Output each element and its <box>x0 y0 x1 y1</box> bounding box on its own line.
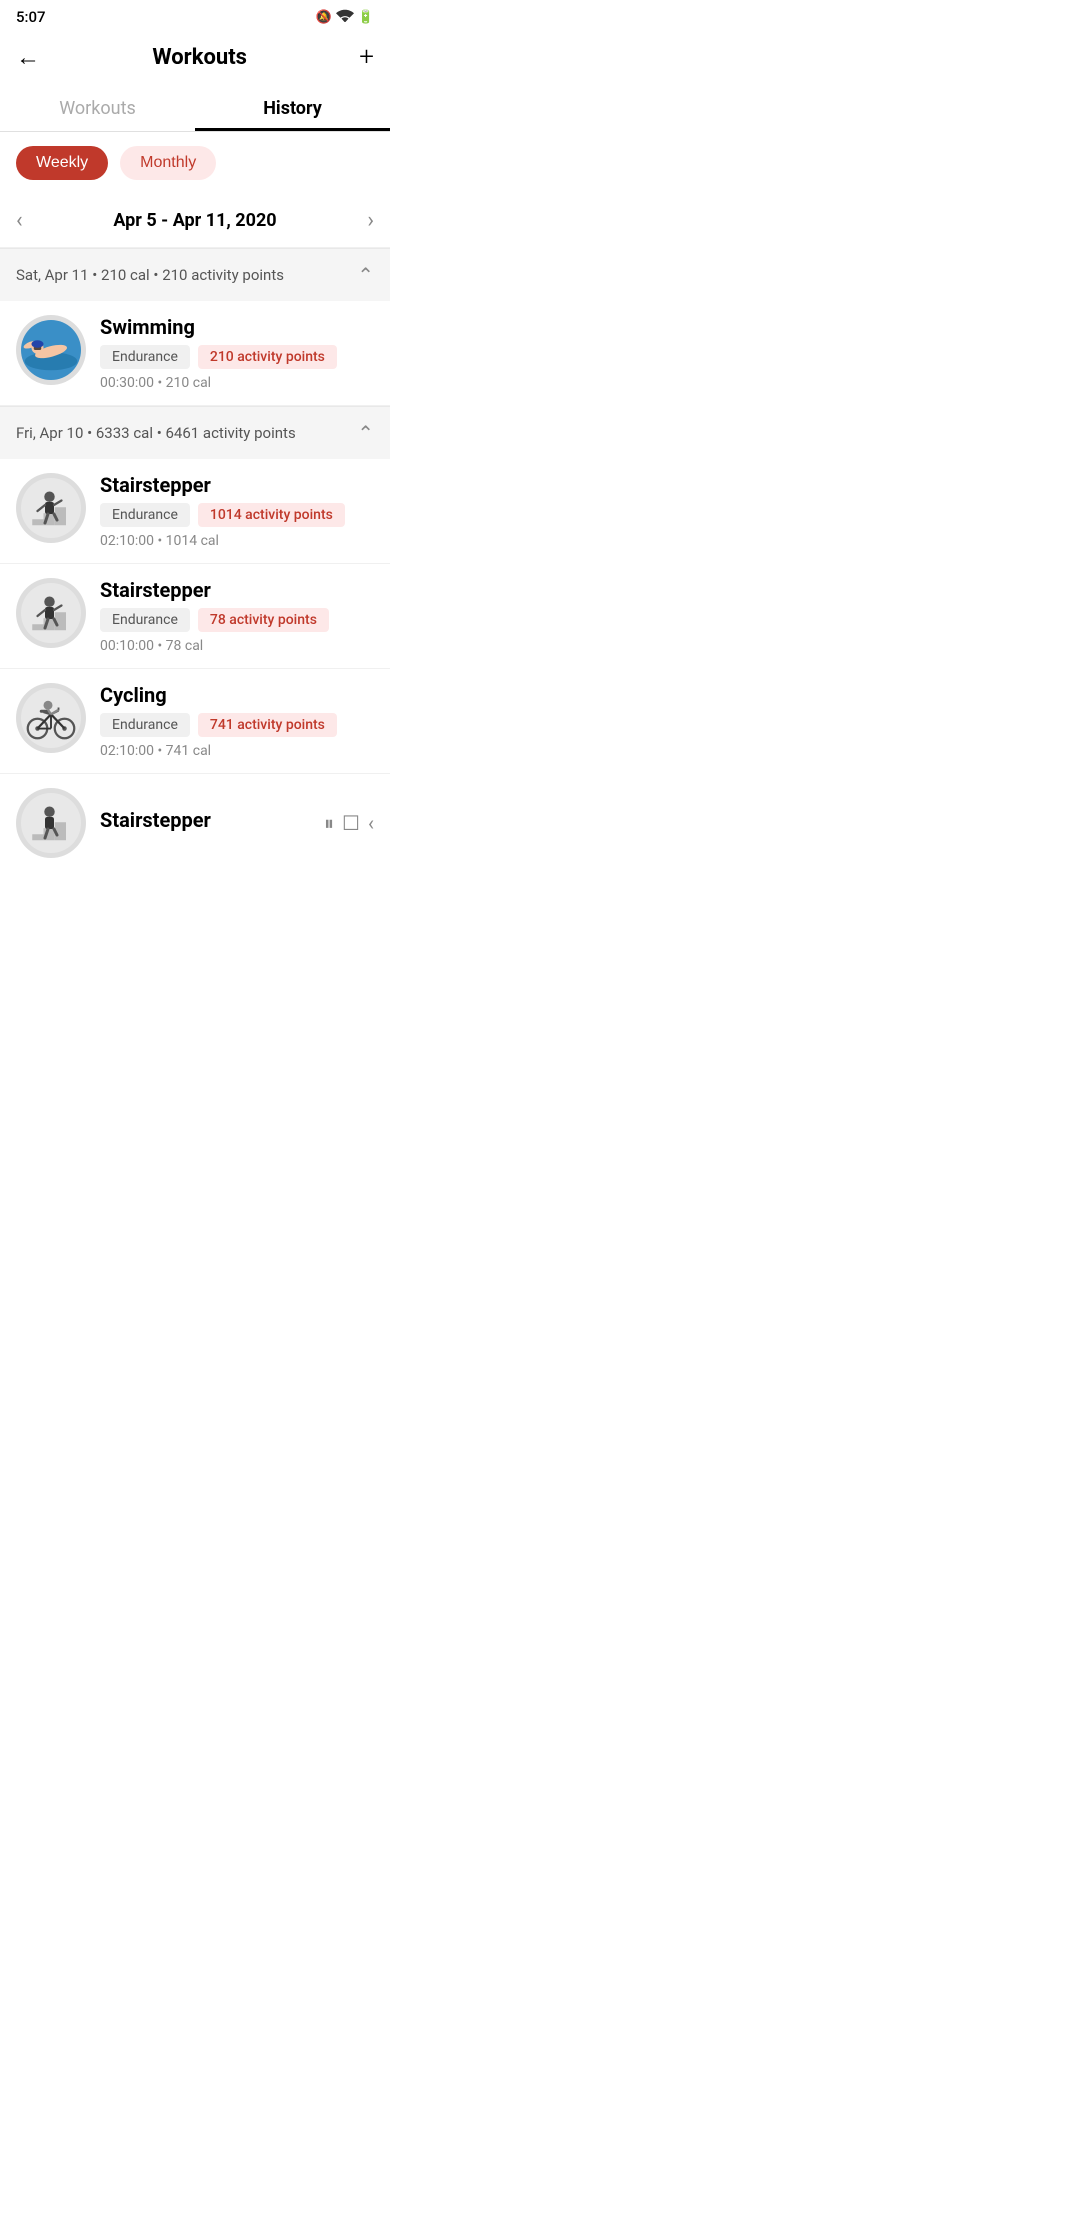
tab-history[interactable]: History <box>195 84 390 131</box>
workout-avatar-cycling <box>16 683 86 753</box>
notification-icon: 🔕 <box>316 10 332 25</box>
filter-monthly[interactable]: Monthly <box>120 146 216 180</box>
tag-points: 78 activity points <box>198 608 329 632</box>
tab-workouts[interactable]: Workouts <box>0 84 195 131</box>
next-week-button[interactable]: › <box>367 208 374 233</box>
day-header-sat-apr-11: Sat, Apr 11 • 210 cal • 210 activity poi… <box>0 248 390 301</box>
status-time: 5:07 <box>16 8 46 26</box>
add-button[interactable]: + <box>359 42 374 72</box>
workout-info-stairstepper-1: Stairstepper Endurance 1014 activity poi… <box>100 473 374 549</box>
workout-name: Stairstepper <box>100 473 374 497</box>
workout-info-swimming: Swimming Endurance 210 activity points 0… <box>100 315 374 391</box>
tag-points: 1014 activity points <box>198 503 345 527</box>
filter-row: Weekly Monthly <box>0 132 390 194</box>
workout-tags: Endurance 741 activity points <box>100 713 374 737</box>
workout-item-stairstepper-2: Stairstepper Endurance 78 activity point… <box>0 564 390 669</box>
tag-points: 741 activity points <box>198 713 337 737</box>
date-range: Apr 5 - Apr 11, 2020 <box>113 210 276 231</box>
date-nav: ‹ Apr 5 - Apr 11, 2020 › <box>0 194 390 248</box>
workout-details: 02:10:00 • 741 cal <box>100 743 374 759</box>
tag-points: 210 activity points <box>198 345 337 369</box>
workout-item-partial: Stairstepper ⏸ ☐ ‹ <box>0 774 390 872</box>
workout-name: Stairstepper <box>100 578 374 602</box>
workout-info-partial: Stairstepper <box>100 808 310 838</box>
tag-endurance: Endurance <box>100 345 190 369</box>
checkbox-icon[interactable]: ☐ <box>342 811 360 835</box>
back-icon[interactable]: ‹ <box>368 811 374 835</box>
workout-details: 02:10:00 • 1014 cal <box>100 533 374 549</box>
page-title: Workouts <box>152 45 247 70</box>
status-bar: 5:07 🔕 🔋 <box>0 0 390 30</box>
tag-endurance: Endurance <box>100 608 190 632</box>
wifi-icon <box>336 8 354 26</box>
tab-bar: Workouts History <box>0 84 390 132</box>
workout-item-cycling: Cycling Endurance 741 activity points 02… <box>0 669 390 774</box>
workout-item-stairstepper-1: Stairstepper Endurance 1014 activity poi… <box>0 459 390 564</box>
workout-details: 00:30:00 • 210 cal <box>100 375 374 391</box>
workout-avatar-swimming <box>16 315 86 385</box>
tag-endurance: Endurance <box>100 713 190 737</box>
partial-action-icons: ⏸ ☐ ‹ <box>324 811 374 835</box>
workout-avatar-partial <box>16 788 86 858</box>
workout-item-swimming: Swimming Endurance 210 activity points 0… <box>0 301 390 406</box>
status-icons: 🔕 🔋 <box>316 8 374 26</box>
day-header-fri-apr-10: Fri, Apr 10 • 6333 cal • 6461 activity p… <box>0 406 390 459</box>
workout-name: Cycling <box>100 683 374 707</box>
workout-info-stairstepper-2: Stairstepper Endurance 78 activity point… <box>100 578 374 654</box>
filter-weekly[interactable]: Weekly <box>16 146 108 180</box>
workout-name-partial: Stairstepper <box>100 808 310 832</box>
top-bar: ← Workouts + <box>0 30 390 84</box>
prev-week-button[interactable]: ‹ <box>16 208 23 233</box>
workout-details: 00:10:00 • 78 cal <box>100 638 374 654</box>
day-header-text-fri: Fri, Apr 10 • 6333 cal • 6461 activity p… <box>16 424 296 442</box>
back-button[interactable]: ← <box>16 43 40 72</box>
workout-name: Swimming <box>100 315 374 339</box>
workout-info-cycling: Cycling Endurance 741 activity points 02… <box>100 683 374 759</box>
workout-tags: Endurance 1014 activity points <box>100 503 374 527</box>
workout-tags: Endurance 78 activity points <box>100 608 374 632</box>
workout-tags: Endurance 210 activity points <box>100 345 374 369</box>
workout-avatar-stairstepper-1 <box>16 473 86 543</box>
day-header-text: Sat, Apr 11 • 210 cal • 210 activity poi… <box>16 266 284 284</box>
day-collapse-button[interactable]: ⌃ <box>357 263 374 287</box>
battery-icon: 🔋 <box>358 10 374 25</box>
workout-avatar-stairstepper-2 <box>16 578 86 648</box>
pause-icon[interactable]: ⏸ <box>324 811 334 835</box>
day-collapse-button-fri[interactable]: ⌃ <box>357 421 374 445</box>
tag-endurance: Endurance <box>100 503 190 527</box>
